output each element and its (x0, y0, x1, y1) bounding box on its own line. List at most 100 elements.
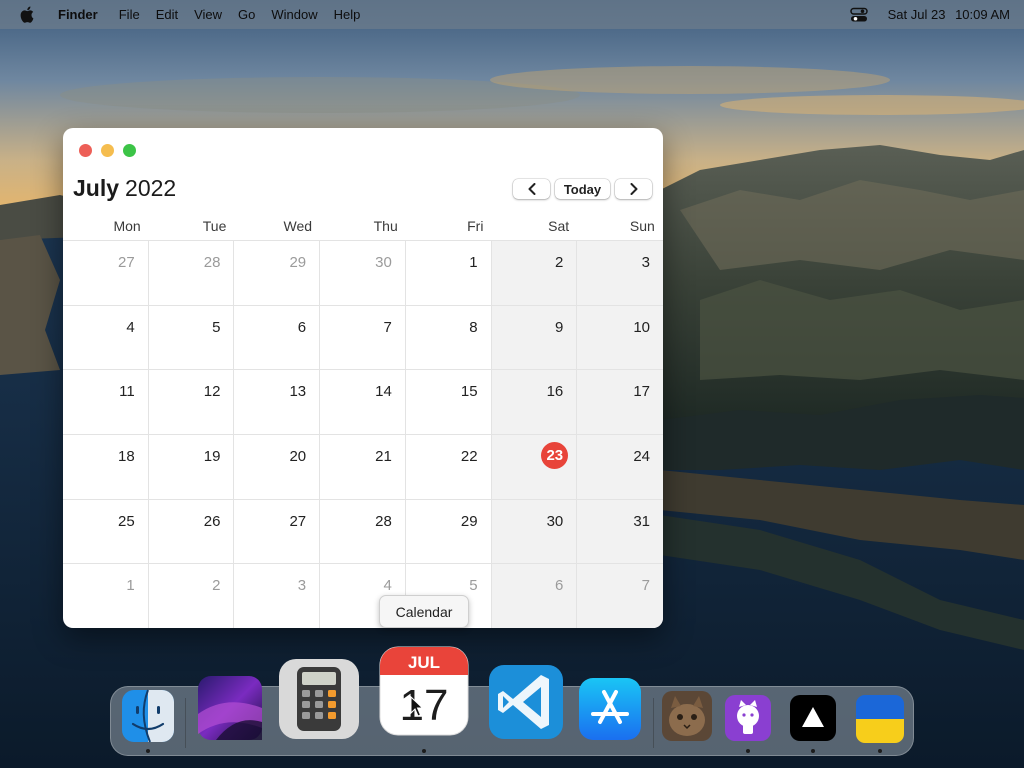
dock-app-store[interactable] (577, 676, 643, 742)
weekday-thu: Thu (373, 218, 398, 234)
day-cell[interactable]: 1 (405, 240, 492, 305)
day-cell[interactable]: 16 (491, 369, 578, 434)
weekday-wed: Wed (283, 218, 313, 234)
dock-vscode[interactable] (487, 663, 565, 741)
day-number: 30 (375, 254, 392, 271)
apple-menu-icon[interactable] (20, 6, 38, 24)
dock-tooltip: Calendar (379, 595, 469, 628)
menu-window[interactable]: Window (271, 7, 317, 22)
day-number: 7 (641, 577, 650, 595)
day-cell[interactable]: 18 (63, 433, 149, 499)
day-cell[interactable]: 14 (320, 369, 406, 434)
day-cell[interactable]: 8 (405, 304, 492, 370)
day-cell[interactable]: 9 (491, 304, 578, 370)
vercel-triangle-icon (790, 695, 836, 741)
weekday-header: Mon Tue Wed Thu Fri Sat Sun (63, 218, 663, 240)
day-cell[interactable]: 30 (320, 240, 406, 305)
day-cell[interactable]: 10 (577, 304, 663, 370)
dock-calendar[interactable]: JUL 17 (378, 645, 470, 737)
day-cell[interactable]: 27 (63, 240, 149, 305)
day-cell[interactable]: 4 (63, 304, 149, 370)
weekday-mon: Mon (113, 218, 141, 234)
day-cell[interactable]: 12 (148, 369, 235, 434)
day-number: 19 (203, 447, 221, 465)
menu-file[interactable]: File (119, 7, 140, 22)
menubar-clock[interactable]: Sat Jul 23 10:09 AM (882, 7, 1010, 22)
day-cell[interactable]: 7 (320, 304, 406, 370)
day-cell[interactable]: 27 (234, 498, 321, 564)
menu-edit[interactable]: Edit (156, 7, 178, 22)
previous-month-button[interactable] (513, 179, 550, 199)
calendar-icon: JUL 17 (379, 646, 469, 736)
day-number: 26 (203, 512, 221, 530)
dock-calculator[interactable] (277, 657, 361, 741)
day-number: 1 (469, 254, 478, 271)
calendar-navigation: Today (513, 179, 652, 199)
day-cell[interactable]: 29 (405, 498, 492, 564)
menu-help[interactable]: Help (334, 7, 361, 22)
day-number: 25 (118, 512, 135, 530)
day-cell[interactable]: 2 (491, 240, 578, 305)
day-cell[interactable]: 24 (577, 433, 663, 499)
day-cell[interactable]: 21 (320, 433, 406, 499)
day-number: 16 (546, 383, 564, 401)
day-cell[interactable]: 3 (577, 240, 663, 305)
monterey-wallpaper-icon (198, 676, 262, 740)
dock-monterey[interactable] (196, 674, 264, 742)
day-cell[interactable]: 2 (148, 563, 235, 628)
day-number: 7 (383, 318, 392, 336)
day-cell[interactable]: 20 (234, 433, 321, 499)
month-year-title: July 2022 (73, 175, 176, 202)
day-cell[interactable]: 28 (148, 240, 235, 305)
day-cell[interactable]: 26 (148, 498, 235, 564)
day-cell[interactable]: 6 (234, 304, 321, 370)
ukraine-flag-icon (856, 695, 904, 743)
day-number: 2 (554, 254, 564, 271)
day-cell[interactable]: 25 (63, 498, 149, 564)
day-cell[interactable]: 23 (491, 433, 578, 499)
day-number: 20 (289, 447, 307, 465)
dock-github[interactable] (724, 694, 772, 742)
dock-vercel[interactable] (789, 694, 837, 742)
day-number: 29 (289, 254, 307, 271)
app-store-icon (579, 678, 641, 740)
day-number: 1 (126, 577, 135, 595)
day-cell[interactable]: 30 (491, 498, 578, 564)
day-number: 28 (203, 254, 221, 271)
dock-cat-photo[interactable] (661, 690, 713, 742)
day-cell[interactable]: 29 (234, 240, 321, 305)
menu-view[interactable]: View (194, 7, 222, 22)
zoom-button[interactable] (123, 144, 136, 157)
day-cell[interactable]: 19 (148, 433, 235, 499)
day-cell[interactable]: 1 (63, 563, 149, 628)
day-cell[interactable]: 3 (234, 563, 321, 628)
day-cell[interactable]: 28 (320, 498, 406, 564)
weekday-tue: Tue (202, 218, 227, 234)
arrow-cursor-icon (410, 695, 424, 717)
day-number: 18 (118, 447, 135, 465)
day-number: 24 (633, 447, 650, 465)
minimize-button[interactable] (101, 144, 114, 157)
weekday-sun: Sun (629, 218, 655, 234)
menu-go[interactable]: Go (238, 7, 255, 22)
next-month-button[interactable] (615, 179, 652, 199)
day-cell[interactable]: 15 (405, 369, 492, 434)
day-cell[interactable]: 13 (234, 369, 321, 434)
control-center-icon[interactable] (849, 7, 868, 23)
month-label: July (73, 175, 120, 201)
day-cell[interactable]: 7 (577, 563, 663, 628)
day-cell[interactable]: 5 (148, 304, 235, 370)
day-cell[interactable]: 17 (577, 369, 663, 434)
today-button[interactable]: Today (555, 179, 610, 199)
day-cell[interactable]: 11 (63, 369, 149, 434)
day-cell[interactable]: 6 (491, 563, 578, 628)
day-number: 22 (460, 447, 478, 465)
day-cell[interactable]: 31 (577, 498, 663, 564)
dock-ukraine-flag[interactable] (855, 694, 905, 744)
day-number: 3 (297, 577, 307, 595)
year-label: 2022 (125, 175, 177, 201)
dock-finder[interactable] (120, 688, 176, 744)
menu-app-name[interactable]: Finder (58, 7, 98, 22)
day-cell[interactable]: 22 (405, 433, 492, 499)
close-button[interactable] (79, 144, 92, 157)
